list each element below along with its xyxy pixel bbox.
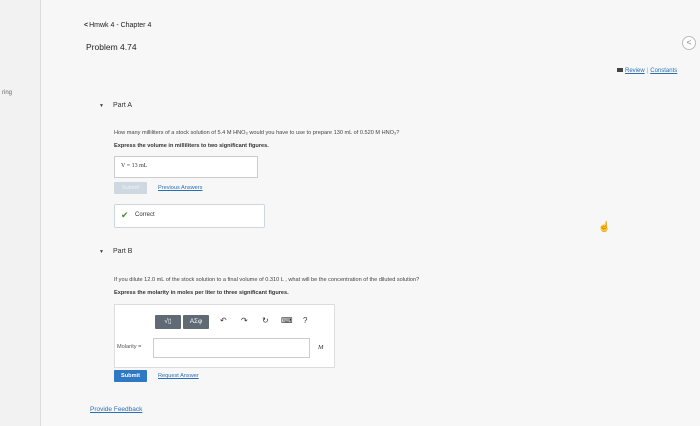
answer-editor: √▯ ΑΣφ ↶ ↷ ↻ ⌨ ? <box>114 304 335 368</box>
part-a-question: How many milliliters of a stock solution… <box>114 130 400 136</box>
breadcrumb[interactable]: <Hmwk 4 - Chapter 4 <box>84 22 151 29</box>
correct-status: Correct <box>135 212 155 218</box>
part-a-label: Part A <box>112 102 133 109</box>
left-sidebar-edge: ring <box>0 0 41 426</box>
request-answer-link[interactable]: Request Answer <box>158 373 199 379</box>
review-icon <box>617 68 623 73</box>
breadcrumb-label[interactable]: Hmwk 4 - Chapter 4 <box>89 22 151 29</box>
molarity-label: Molarity = <box>117 344 142 350</box>
templates-button[interactable]: √▯ <box>155 315 181 329</box>
part-a-answer-box: V = 13 mL <box>114 156 258 178</box>
reset-icon[interactable]: ↻ <box>262 316 269 325</box>
part-b-instruction: Express the molarity in moles per liter … <box>114 290 289 296</box>
sidebar-cut-text: ring <box>2 90 13 96</box>
part-b-header[interactable]: ▼ Part B <box>99 248 132 255</box>
part-b-label: Part B <box>112 248 133 255</box>
part-b-submit-button[interactable]: Submit <box>114 370 147 382</box>
constants-link[interactable]: Constants <box>650 68 677 74</box>
greek-symbols-button[interactable]: ΑΣφ <box>183 315 209 329</box>
unit-label: M <box>318 344 324 351</box>
part-b-question: If you dilute 12.0 mL of the stock solut… <box>114 277 420 283</box>
keyboard-icon[interactable]: ⌨ <box>281 316 293 325</box>
help-icon[interactable]: ? <box>303 316 307 325</box>
molarity-input[interactable] <box>153 338 310 358</box>
part-a-header[interactable]: ▼ Part A <box>99 102 132 109</box>
previous-answers-link[interactable]: Previous Answers <box>158 185 202 191</box>
links-separator: | <box>646 68 649 74</box>
redo-icon[interactable]: ↷ <box>241 316 248 325</box>
review-link[interactable]: Review <box>625 68 645 74</box>
chevron-left-icon: < <box>84 22 89 29</box>
check-icon: ✔ <box>121 210 129 220</box>
top-links: Review | Constants <box>617 68 677 74</box>
mouse-cursor-icon: ☝ <box>598 222 611 233</box>
collapse-triangle-icon: ▼ <box>99 103 104 109</box>
page-title: Problem 4.74 <box>86 42 137 52</box>
chevron-left-icon: < <box>686 38 692 47</box>
part-a-answer-text: V = 13 mL <box>121 163 148 169</box>
part-a-instruction: Express the volume in milliliters to two… <box>114 143 269 149</box>
provide-feedback-link[interactable]: Provide Feedback <box>90 406 142 413</box>
part-a-feedback-box: ✔ Correct <box>114 204 265 228</box>
part-a-submit-button[interactable]: Submit <box>114 182 147 194</box>
collapse-triangle-icon: ▼ <box>99 249 104 255</box>
prev-nav-button[interactable]: < <box>682 36 696 50</box>
undo-icon[interactable]: ↶ <box>220 316 227 325</box>
